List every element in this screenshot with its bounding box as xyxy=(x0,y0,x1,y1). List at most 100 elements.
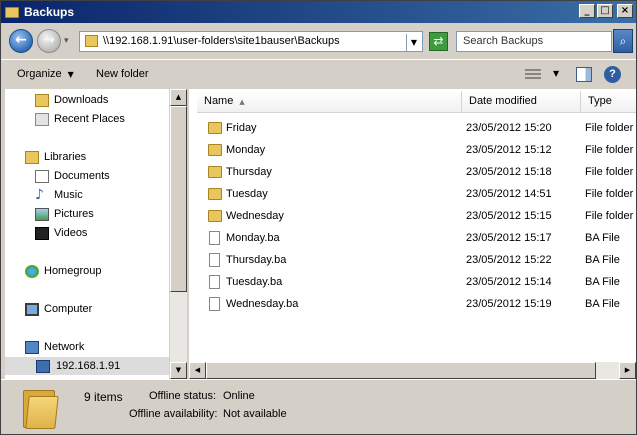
nav-item-label: Documents xyxy=(54,170,110,182)
view-options-dropdown-icon[interactable]: ▼ xyxy=(553,69,559,78)
file-row[interactable]: Monday.ba 23/05/2012 15:17 BA File xyxy=(189,228,636,250)
file-row[interactable]: Tuesday.ba 23/05/2012 15:14 BA File xyxy=(189,272,636,294)
file-list-horizontal-scrollbar[interactable]: ◀ ▶ xyxy=(189,362,636,379)
nav-item-label: Network xyxy=(44,341,85,353)
nav-item-network-host[interactable]: 192.168.1.91 xyxy=(5,357,169,375)
folder-icon xyxy=(85,35,98,47)
file-type: File folder xyxy=(585,188,634,200)
scroll-right-button[interactable]: ▶ xyxy=(619,362,636,379)
recent-places-icon xyxy=(35,113,49,126)
nav-item-label: Downloads xyxy=(54,94,109,106)
file-name: Wednesday.ba xyxy=(226,298,299,310)
nav-item-label: Computer xyxy=(44,303,93,315)
search-input[interactable]: Search Backups xyxy=(456,31,612,52)
file-type: BA File xyxy=(585,276,620,288)
file-row[interactable]: Friday 23/05/2012 15:20 File folder xyxy=(189,118,636,140)
address-dropdown-button[interactable]: ▼ xyxy=(406,34,421,51)
file-type: File folder xyxy=(585,144,634,156)
file-name: Friday xyxy=(226,122,257,134)
nav-item-label: Recent Places xyxy=(54,113,125,125)
file-name: Thursday.ba xyxy=(226,254,287,266)
chevron-down-icon: ▼ xyxy=(67,70,74,79)
nav-item-label: Homegroup xyxy=(44,265,102,277)
folder-icon xyxy=(208,122,222,134)
folder-icon xyxy=(208,144,222,156)
pictures-icon xyxy=(35,208,49,221)
scroll-thumb[interactable] xyxy=(170,106,187,292)
maximize-button[interactable]: □ xyxy=(597,4,613,18)
file-date: 23/05/2012 15:20 xyxy=(466,122,552,134)
minimize-button[interactable]: _ xyxy=(579,4,595,18)
command-bar: Organize ▼ New folder ▼ ? xyxy=(1,59,636,89)
address-bar[interactable]: \\192.168.1.91\user-folders\site1bauser\… xyxy=(79,31,423,52)
title-bar[interactable]: Backups _ □ × xyxy=(1,1,636,23)
file-row[interactable]: Thursday.ba 23/05/2012 15:22 BA File xyxy=(189,250,636,272)
folder-icon xyxy=(208,188,222,200)
window-title: Backups xyxy=(24,5,75,19)
column-header-label: Name xyxy=(204,95,234,107)
file-type: BA File xyxy=(585,232,620,244)
change-view-icon[interactable] xyxy=(525,69,541,81)
address-row: ← → ▾ \\192.168.1.91\user-folders\site1b… xyxy=(1,23,636,59)
libraries-icon xyxy=(25,151,39,164)
scroll-up-button[interactable]: ▲ xyxy=(170,89,187,106)
close-button[interactable]: × xyxy=(617,4,633,18)
nav-item-label: Videos xyxy=(54,227,88,239)
file-icon xyxy=(209,231,220,245)
sort-ascending-icon: ▲ xyxy=(239,98,245,106)
scroll-down-button[interactable]: ▼ xyxy=(170,362,187,379)
search-placeholder: Search Backups xyxy=(463,35,544,47)
file-date: 23/05/2012 15:15 xyxy=(466,210,552,222)
scroll-thumb[interactable] xyxy=(206,362,596,379)
homegroup-icon xyxy=(25,265,39,278)
folder-icon xyxy=(23,384,59,429)
nav-item-label: Libraries xyxy=(44,151,87,163)
file-type: File folder xyxy=(585,166,634,178)
file-date: 23/05/2012 15:19 xyxy=(466,298,552,310)
videos-icon xyxy=(35,227,49,240)
column-header-type[interactable]: Type xyxy=(581,91,636,113)
preview-pane-icon[interactable] xyxy=(576,67,592,82)
column-header-name[interactable]: Name ▲ xyxy=(197,91,462,113)
refresh-button[interactable]: ⇄ xyxy=(429,32,448,51)
file-list: Name ▲ Date modified Type Friday 23/05/20… xyxy=(189,89,636,379)
file-row[interactable]: Tuesday 23/05/2012 14:51 File folder xyxy=(189,184,636,206)
file-row[interactable]: Wednesday.ba 23/05/2012 15:19 BA File xyxy=(189,294,636,316)
folder-icon xyxy=(208,210,222,222)
folder-icon xyxy=(208,166,222,178)
recent-pages-dropdown-icon[interactable]: ▾ xyxy=(64,36,69,46)
file-icon xyxy=(209,253,220,267)
file-type: File folder xyxy=(585,122,634,134)
file-name: Wednesday xyxy=(226,210,284,222)
offline-availability-value: Not available xyxy=(223,408,287,420)
file-name: Thursday xyxy=(226,166,272,178)
column-header-date-modified[interactable]: Date modified xyxy=(462,91,581,113)
network-icon xyxy=(25,341,39,354)
network-computer-icon xyxy=(36,360,50,373)
file-name: Tuesday.ba xyxy=(226,276,283,288)
file-date: 23/05/2012 15:14 xyxy=(466,276,552,288)
organize-label: Organize xyxy=(17,68,62,80)
help-icon[interactable]: ? xyxy=(604,66,621,83)
search-icon[interactable]: ⌕ xyxy=(613,29,633,53)
scroll-left-button[interactable]: ◀ xyxy=(189,362,206,379)
nav-pane-scrollbar[interactable]: ▲ ▼ xyxy=(170,89,187,379)
computer-icon xyxy=(25,303,39,316)
file-row[interactable]: Thursday 23/05/2012 15:18 File folder xyxy=(189,162,636,184)
address-path[interactable]: \\192.168.1.91\user-folders\site1bauser\… xyxy=(103,35,340,47)
offline-status-value: Online xyxy=(223,390,255,402)
back-button[interactable]: ← xyxy=(9,29,33,53)
organize-button[interactable]: Organize ▼ xyxy=(17,68,74,80)
file-date: 23/05/2012 15:17 xyxy=(466,232,552,244)
file-row[interactable]: Wednesday 23/05/2012 15:15 File folder xyxy=(189,206,636,228)
music-icon: ♪ xyxy=(35,187,44,203)
file-name: Tuesday xyxy=(226,188,268,200)
offline-availability-label: Offline availability: xyxy=(129,408,218,420)
forward-button[interactable]: → xyxy=(37,29,61,53)
explorer-window: Backups _ □ × ← → ▾ \\192.168.1.91\user-… xyxy=(0,0,637,435)
nav-item-label: Pictures xyxy=(54,208,94,220)
offline-status-label: Offline status: xyxy=(149,390,217,402)
file-row[interactable]: Monday 23/05/2012 15:12 File folder xyxy=(189,140,636,162)
new-folder-button[interactable]: New folder xyxy=(96,68,149,80)
downloads-icon xyxy=(35,94,49,107)
